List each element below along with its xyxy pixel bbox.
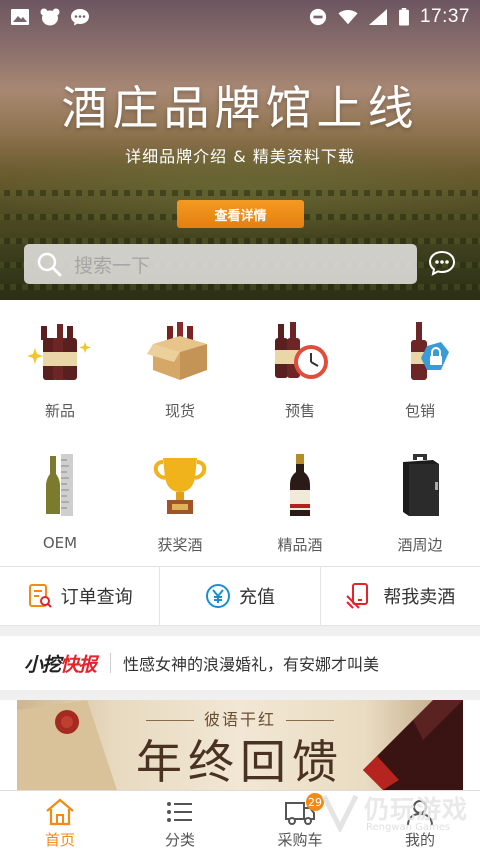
news-logo-part2: 快报 — [60, 653, 97, 676]
recharge-button[interactable]: 充值 — [159, 567, 319, 625]
truck-icon-wrap: 29 — [284, 793, 324, 827]
bear-icon — [40, 8, 60, 26]
action-label: 订单查询 — [60, 587, 133, 608]
section-divider — [0, 626, 480, 636]
action-label: 充值 — [238, 587, 275, 608]
category-award-winning[interactable]: 获奖酒 — [120, 430, 240, 566]
order-query-button[interactable]: 订单查询 — [0, 567, 159, 625]
category-label: 新品 — [44, 402, 75, 420]
category-label: 获奖酒 — [157, 536, 203, 554]
list-icon — [167, 802, 192, 822]
category-grid: 新品 现货 预售 包销 OEM 获奖酒 精品酒 酒周边 — [0, 300, 480, 566]
category-label: OEM — [42, 534, 78, 552]
promo-banner[interactable]: 彼语干红 年终回馈 — [17, 700, 463, 790]
phone-hand-icon — [346, 583, 369, 609]
status-bar: 17:37 — [0, 0, 480, 34]
banner-vine-row — [0, 190, 480, 196]
do-not-disturb-icon — [309, 8, 327, 26]
signal-icon — [368, 9, 387, 25]
tab-home[interactable]: 首页 — [0, 791, 120, 853]
tab-label: 首页 — [44, 831, 75, 849]
wine-box-icon — [147, 322, 207, 380]
watermark-logo-icon — [321, 794, 359, 832]
promo-title: 年终回馈 — [136, 735, 344, 789]
wine-lock-icon — [411, 322, 449, 380]
battery-icon — [399, 8, 409, 26]
category-presale[interactable]: 预售 — [240, 300, 360, 430]
hero-banner[interactable]: 酒庄品牌馆上线 详细品牌介绍 & 精美资料下载 查看详情 搜索一下 — [0, 0, 480, 300]
home-icon — [46, 798, 74, 826]
search-placeholder: 搜索一下 — [74, 254, 151, 277]
category-new[interactable]: 新品 — [0, 300, 120, 430]
wifi-icon — [338, 9, 358, 25]
order-search-icon — [28, 584, 52, 608]
category-accessories[interactable]: 酒周边 — [360, 430, 480, 566]
image-icon — [11, 9, 29, 25]
tab-category[interactable]: 分类 — [120, 791, 240, 853]
news-ticker[interactable]: 小挖快报 性感女神的浪漫婚礼，有安娜才叫美 — [0, 636, 480, 690]
app-screen: 酒庄品牌馆上线 详细品牌介绍 & 精美资料下载 查看详情 搜索一下 17:37 … — [0, 0, 480, 853]
wine-bottles-sparkle-icon — [27, 324, 91, 380]
bottle-ruler-icon — [46, 454, 73, 516]
yen-circle-icon — [205, 584, 230, 608]
category-oem[interactable]: OEM — [0, 430, 120, 566]
news-headline[interactable]: 性感女神的浪漫婚礼，有安娜才叫美 — [123, 651, 379, 675]
category-exclusive[interactable]: 包销 — [360, 300, 480, 430]
premium-bottle-icon — [290, 454, 310, 516]
banner-subtitle: 详细品牌介绍 & 精美资料下载 — [125, 147, 355, 166]
search-bar[interactable]: 搜索一下 — [24, 244, 417, 284]
chat-bubble-icon — [71, 9, 89, 26]
watermark: 仍玩游戏 Rengwan Games — [316, 790, 476, 840]
category-label: 预售 — [284, 402, 315, 420]
status-time: 17:37 — [419, 6, 470, 27]
message-icon[interactable] — [428, 249, 456, 277]
category-label: 现货 — [164, 402, 195, 420]
search-icon — [37, 252, 62, 277]
category-label: 精品酒 — [277, 536, 323, 554]
tab-label: 分类 — [164, 831, 195, 849]
category-label: 酒周边 — [397, 536, 443, 554]
wine-case-icon — [403, 454, 439, 516]
help-sell-wine-button[interactable]: 帮我卖酒 — [319, 567, 480, 625]
banner-vine-row — [0, 284, 480, 290]
category-premium[interactable]: 精品酒 — [240, 430, 360, 566]
wine-clock-icon — [275, 322, 328, 379]
trophy-icon — [153, 458, 207, 514]
news-logo-part1: 小挖 — [24, 653, 61, 676]
news-separator — [110, 653, 112, 673]
news-logo: 小挖快报 — [24, 650, 97, 677]
category-label: 包销 — [404, 402, 435, 420]
action-label: 帮我卖酒 — [383, 587, 456, 608]
banner-title: 酒庄品牌馆上线 — [61, 81, 419, 135]
quick-actions: 订单查询 充值 帮我卖酒 — [0, 566, 480, 626]
view-details-button[interactable]: 查看详情 — [177, 200, 304, 228]
watermark-text: 仍玩游戏 — [364, 795, 469, 824]
category-in-stock[interactable]: 现货 — [120, 300, 240, 430]
watermark-subtext: Rengwan Games — [366, 822, 451, 833]
section-divider — [0, 690, 480, 700]
